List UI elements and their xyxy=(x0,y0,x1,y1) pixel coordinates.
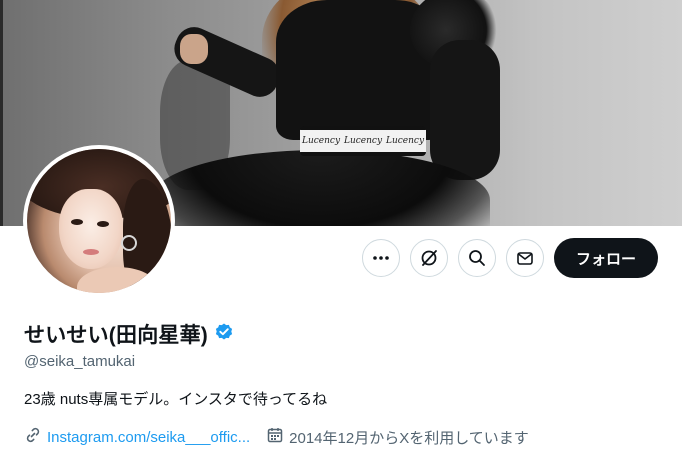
profile-header: Lucency Lucency Lucency フォロー せいせい(田向星華) … xyxy=(0,0,682,456)
belt-text: Lucency xyxy=(343,136,383,146)
avatar[interactable] xyxy=(23,145,175,297)
belt-text: Lucency xyxy=(385,136,425,146)
envelope-icon xyxy=(515,248,535,268)
avatar-earring xyxy=(121,235,137,251)
joined-date: 2014年12月からXを利用しています xyxy=(289,429,529,447)
website-link[interactable]: Instagram.com/seika___offic... xyxy=(47,429,250,446)
profile-actions: フォロー xyxy=(362,238,658,278)
more-horizontal-icon xyxy=(371,248,391,268)
banner-belt: Lucency Lucency Lucency xyxy=(300,126,426,156)
avatar-face xyxy=(59,189,123,269)
message-button[interactable] xyxy=(506,239,544,277)
avatar-eye xyxy=(97,221,109,227)
name-row: せいせい(田向星華) xyxy=(24,319,234,349)
banner-edge xyxy=(0,0,3,226)
search-button[interactable] xyxy=(458,239,496,277)
avatar-eye xyxy=(71,219,83,225)
joined-item: 2014年12月からXを利用しています xyxy=(266,426,529,448)
grok-icon xyxy=(419,248,439,268)
more-button[interactable] xyxy=(362,239,400,277)
verified-badge-icon[interactable] xyxy=(214,322,234,347)
search-icon xyxy=(467,248,487,268)
profile-meta: Instagram.com/seika___offic... 2014年12月か… xyxy=(24,426,529,448)
banner-hand xyxy=(180,34,208,64)
user-handle: @seika_tamukai xyxy=(24,353,136,370)
display-name: せいせい(田向星華) xyxy=(24,324,208,347)
banner-arm-right xyxy=(430,40,500,180)
follow-button[interactable]: フォロー xyxy=(554,238,658,278)
belt-text: Lucency xyxy=(301,136,341,146)
bio: 23歳 nuts専属モデル。インスタで待ってるね xyxy=(24,391,328,408)
website-item[interactable]: Instagram.com/seika___offic... xyxy=(24,426,250,448)
avatar-photo xyxy=(27,149,171,293)
avatar-lips xyxy=(83,249,99,255)
grok-button[interactable] xyxy=(410,239,448,277)
link-icon xyxy=(24,426,42,448)
calendar-icon xyxy=(266,426,284,448)
